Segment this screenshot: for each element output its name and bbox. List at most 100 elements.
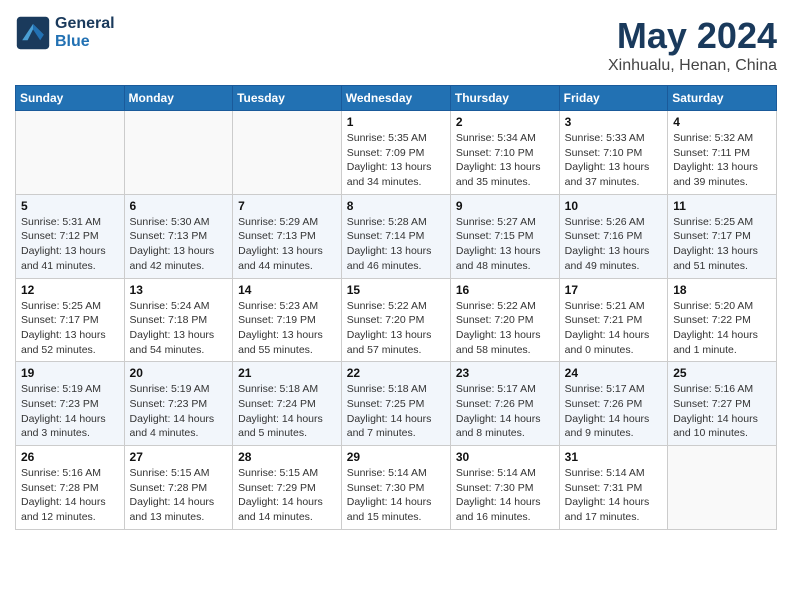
day-number: 6 bbox=[130, 199, 228, 213]
day-info: Sunrise: 5:17 AM Sunset: 7:26 PM Dayligh… bbox=[456, 382, 554, 441]
day-number: 8 bbox=[347, 199, 445, 213]
calendar-cell: 17 Sunrise: 5:21 AM Sunset: 7:21 PM Dayli… bbox=[559, 278, 668, 362]
calendar-cell: 19 Sunrise: 5:19 AM Sunset: 7:23 PM Dayli… bbox=[16, 362, 125, 446]
day-info: Sunrise: 5:30 AM Sunset: 7:13 PM Dayligh… bbox=[130, 215, 228, 274]
day-number: 18 bbox=[673, 283, 771, 297]
day-number: 27 bbox=[130, 450, 228, 464]
calendar-cell: 26 Sunrise: 5:16 AM Sunset: 7:28 PM Dayli… bbox=[16, 446, 125, 530]
calendar-cell: 23 Sunrise: 5:17 AM Sunset: 7:26 PM Dayli… bbox=[450, 362, 559, 446]
weekday-header: Monday bbox=[124, 86, 233, 111]
day-info: Sunrise: 5:33 AM Sunset: 7:10 PM Dayligh… bbox=[565, 131, 663, 190]
calendar-cell: 8 Sunrise: 5:28 AM Sunset: 7:14 PM Daylig… bbox=[341, 194, 450, 278]
logo-text: General Blue bbox=[55, 15, 115, 51]
weekday-header: Tuesday bbox=[233, 86, 342, 111]
day-info: Sunrise: 5:23 AM Sunset: 7:19 PM Dayligh… bbox=[238, 299, 336, 358]
day-info: Sunrise: 5:15 AM Sunset: 7:28 PM Dayligh… bbox=[130, 466, 228, 525]
calendar-cell: 22Sunrise: 5:18 AM Sunset: 7:25 PM Dayli… bbox=[341, 362, 450, 446]
day-number: 1 bbox=[347, 115, 445, 129]
calendar-cell bbox=[16, 111, 125, 195]
day-number: 3 bbox=[565, 115, 663, 129]
calendar-cell: 30 Sunrise: 5:14 AM Sunset: 7:30 PM Dayli… bbox=[450, 446, 559, 530]
day-info: Sunrise: 5:34 AM Sunset: 7:10 PM Dayligh… bbox=[456, 131, 554, 190]
day-number: 13 bbox=[130, 283, 228, 297]
day-info: Sunrise: 5:16 AM Sunset: 7:28 PM Dayligh… bbox=[21, 466, 119, 525]
day-info: Sunrise: 5:19 AM Sunset: 7:23 PM Dayligh… bbox=[130, 382, 228, 441]
calendar-week-row: 26 Sunrise: 5:16 AM Sunset: 7:28 PM Dayli… bbox=[16, 446, 777, 530]
calendar-cell: 29 Sunrise: 5:14 AM Sunset: 7:30 PM Dayli… bbox=[341, 446, 450, 530]
day-number: 4 bbox=[673, 115, 771, 129]
calendar-cell: 27 Sunrise: 5:15 AM Sunset: 7:28 PM Dayli… bbox=[124, 446, 233, 530]
calendar-subtitle: Xinhualu, Henan, China bbox=[608, 57, 777, 75]
day-info: Sunrise: 5:24 AM Sunset: 7:18 PM Dayligh… bbox=[130, 299, 228, 358]
day-info: Sunrise: 5:14 AM Sunset: 7:30 PM Dayligh… bbox=[347, 466, 445, 525]
day-number: 20 bbox=[130, 366, 228, 380]
weekday-header: Thursday bbox=[450, 86, 559, 111]
weekday-header: Saturday bbox=[668, 86, 777, 111]
page-header: General Blue May 2024 Xinhualu, Henan, C… bbox=[15, 15, 777, 75]
day-info: Sunrise: 5:28 AM Sunset: 7:14 PM Dayligh… bbox=[347, 215, 445, 274]
calendar-week-row: 19 Sunrise: 5:19 AM Sunset: 7:23 PM Dayli… bbox=[16, 362, 777, 446]
day-number: 24 bbox=[565, 366, 663, 380]
day-number: 9 bbox=[456, 199, 554, 213]
calendar-cell: 6 Sunrise: 5:30 AM Sunset: 7:13 PM Daylig… bbox=[124, 194, 233, 278]
day-number: 11 bbox=[673, 199, 771, 213]
calendar-cell: 7Sunrise: 5:29 AM Sunset: 7:13 PM Daylig… bbox=[233, 194, 342, 278]
calendar-cell bbox=[668, 446, 777, 530]
calendar-cell: 12 Sunrise: 5:25 AM Sunset: 7:17 PM Dayli… bbox=[16, 278, 125, 362]
day-info: Sunrise: 5:32 AM Sunset: 7:11 PM Dayligh… bbox=[673, 131, 771, 190]
day-number: 21 bbox=[238, 366, 336, 380]
calendar-cell: 21 Sunrise: 5:18 AM Sunset: 7:24 PM Dayli… bbox=[233, 362, 342, 446]
day-number: 5 bbox=[21, 199, 119, 213]
calendar-cell: 24 Sunrise: 5:17 AM Sunset: 7:26 PM Dayli… bbox=[559, 362, 668, 446]
calendar-week-row: 12 Sunrise: 5:25 AM Sunset: 7:17 PM Dayli… bbox=[16, 278, 777, 362]
calendar-cell: 16Sunrise: 5:22 AM Sunset: 7:20 PM Dayli… bbox=[450, 278, 559, 362]
calendar-cell: 2 Sunrise: 5:34 AM Sunset: 7:10 PM Daylig… bbox=[450, 111, 559, 195]
calendar-week-row: 1 Sunrise: 5:35 AM Sunset: 7:09 PM Daylig… bbox=[16, 111, 777, 195]
day-number: 29 bbox=[347, 450, 445, 464]
day-number: 16 bbox=[456, 283, 554, 297]
day-number: 23 bbox=[456, 366, 554, 380]
logo-icon bbox=[15, 15, 51, 51]
day-number: 17 bbox=[565, 283, 663, 297]
calendar-cell: 3 Sunrise: 5:33 AM Sunset: 7:10 PM Daylig… bbox=[559, 111, 668, 195]
calendar-table: SundayMondayTuesdayWednesdayThursdayFrid… bbox=[15, 85, 777, 530]
calendar-cell: 11 Sunrise: 5:25 AM Sunset: 7:17 PM Dayli… bbox=[668, 194, 777, 278]
day-info: Sunrise: 5:16 AM Sunset: 7:27 PM Dayligh… bbox=[673, 382, 771, 441]
day-info: Sunrise: 5:35 AM Sunset: 7:09 PM Dayligh… bbox=[347, 131, 445, 190]
day-info: Sunrise: 5:14 AM Sunset: 7:30 PM Dayligh… bbox=[456, 466, 554, 525]
day-info: Sunrise: 5:31 AM Sunset: 7:12 PM Dayligh… bbox=[21, 215, 119, 274]
day-info: Sunrise: 5:29 AM Sunset: 7:13 PM Dayligh… bbox=[238, 215, 336, 274]
day-number: 30 bbox=[456, 450, 554, 464]
calendar-cell: 31Sunrise: 5:14 AM Sunset: 7:31 PM Dayli… bbox=[559, 446, 668, 530]
calendar-cell: 1 Sunrise: 5:35 AM Sunset: 7:09 PM Daylig… bbox=[341, 111, 450, 195]
day-info: Sunrise: 5:15 AM Sunset: 7:29 PM Dayligh… bbox=[238, 466, 336, 525]
calendar-cell: 18 Sunrise: 5:20 AM Sunset: 7:22 PM Dayli… bbox=[668, 278, 777, 362]
weekday-header: Sunday bbox=[16, 86, 125, 111]
day-info: Sunrise: 5:19 AM Sunset: 7:23 PM Dayligh… bbox=[21, 382, 119, 441]
weekday-header-row: SundayMondayTuesdayWednesdayThursdayFrid… bbox=[16, 86, 777, 111]
day-info: Sunrise: 5:25 AM Sunset: 7:17 PM Dayligh… bbox=[673, 215, 771, 274]
calendar-cell: 14Sunrise: 5:23 AM Sunset: 7:19 PM Dayli… bbox=[233, 278, 342, 362]
calendar-cell: 5 Sunrise: 5:31 AM Sunset: 7:12 PM Daylig… bbox=[16, 194, 125, 278]
title-block: May 2024 Xinhualu, Henan, China bbox=[608, 15, 777, 75]
day-number: 12 bbox=[21, 283, 119, 297]
calendar-cell: 9Sunrise: 5:27 AM Sunset: 7:15 PM Daylig… bbox=[450, 194, 559, 278]
day-info: Sunrise: 5:18 AM Sunset: 7:24 PM Dayligh… bbox=[238, 382, 336, 441]
day-info: Sunrise: 5:21 AM Sunset: 7:21 PM Dayligh… bbox=[565, 299, 663, 358]
day-number: 26 bbox=[21, 450, 119, 464]
day-number: 28 bbox=[238, 450, 336, 464]
weekday-header: Friday bbox=[559, 86, 668, 111]
day-info: Sunrise: 5:25 AM Sunset: 7:17 PM Dayligh… bbox=[21, 299, 119, 358]
day-number: 15 bbox=[347, 283, 445, 297]
day-info: Sunrise: 5:20 AM Sunset: 7:22 PM Dayligh… bbox=[673, 299, 771, 358]
calendar-cell: 25Sunrise: 5:16 AM Sunset: 7:27 PM Dayli… bbox=[668, 362, 777, 446]
day-info: Sunrise: 5:17 AM Sunset: 7:26 PM Dayligh… bbox=[565, 382, 663, 441]
calendar-cell: 28 Sunrise: 5:15 AM Sunset: 7:29 PM Dayli… bbox=[233, 446, 342, 530]
day-number: 19 bbox=[21, 366, 119, 380]
day-number: 10 bbox=[565, 199, 663, 213]
day-number: 2 bbox=[456, 115, 554, 129]
day-info: Sunrise: 5:22 AM Sunset: 7:20 PM Dayligh… bbox=[347, 299, 445, 358]
weekday-header: Wednesday bbox=[341, 86, 450, 111]
calendar-cell: 10Sunrise: 5:26 AM Sunset: 7:16 PM Dayli… bbox=[559, 194, 668, 278]
logo: General Blue bbox=[15, 15, 115, 51]
